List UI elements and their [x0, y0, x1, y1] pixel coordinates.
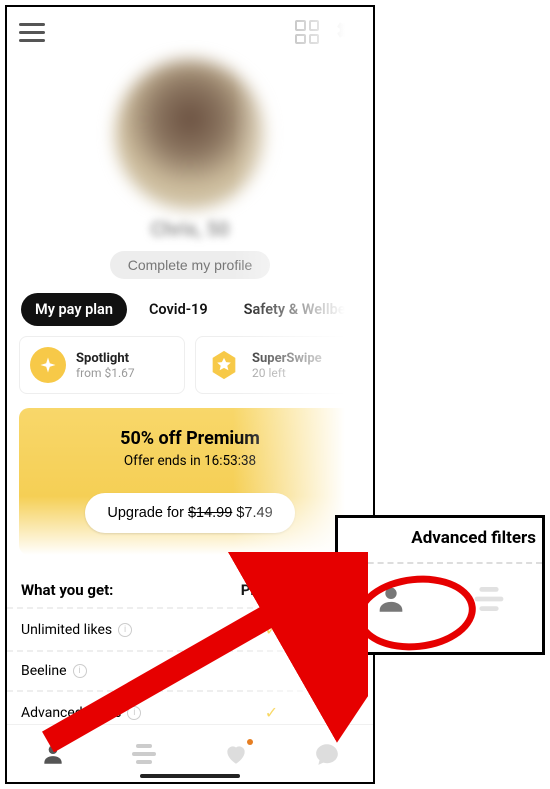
spotlight-sub: from $1.67	[76, 366, 135, 380]
superswipe-card[interactable]: SuperSwipe 20 left	[195, 336, 361, 394]
tab-my-pay-plan[interactable]: My pay plan	[21, 293, 127, 326]
promo-row: Spotlight from $1.67 SuperSwipe 20 left	[7, 336, 373, 394]
profile-section: Chris, 50 Complete my profile	[7, 59, 373, 279]
bottom-nav	[7, 724, 373, 782]
feature-label: Beeline	[21, 663, 67, 679]
next-banner-peek	[361, 408, 371, 496]
nav-chat-icon[interactable]	[312, 739, 342, 769]
info-icon[interactable]: i	[127, 706, 141, 720]
nav-heart-icon[interactable]	[221, 739, 251, 769]
feature-row-beeline: Beeline i	[7, 650, 373, 690]
callout-inset: Advanced filters	[335, 515, 545, 655]
spotlight-card[interactable]: Spotlight from $1.67	[19, 336, 185, 394]
superswipe-icon	[206, 347, 242, 383]
nav-stack-icon[interactable]	[129, 739, 159, 769]
upgrade-button[interactable]: Upgrade for $14.99 $7.49	[85, 493, 294, 533]
feature-label: Unlimited likes	[21, 622, 112, 638]
feature-label: Advanced filters	[21, 705, 121, 721]
upgrade-prefix: Upgrade for	[107, 505, 188, 521]
superswipe-title: SuperSwipe	[252, 351, 322, 366]
premium-countdown: Offer ends in 16:53:38	[37, 453, 343, 469]
new-price: $7.49	[236, 505, 272, 521]
avatar[interactable]	[115, 59, 265, 209]
spotlight-icon	[30, 347, 66, 383]
callout-title: Advanced filters	[338, 518, 542, 558]
notification-dot	[247, 739, 253, 745]
compare-header: What you get: Premium Bo	[7, 555, 373, 607]
complete-profile-button[interactable]: Complete my profile	[110, 251, 271, 279]
compare-col-premium: Premium	[234, 581, 309, 599]
info-icon[interactable]: i	[73, 664, 87, 678]
top-right-actions	[295, 17, 361, 47]
settings-icon[interactable]	[335, 17, 361, 47]
profile-name: Chris, 50	[151, 217, 230, 241]
feature-row-unlimited-likes: Unlimited likes i ✓	[7, 607, 373, 650]
qr-icon[interactable]	[295, 20, 319, 44]
premium-check: ✓	[234, 620, 309, 639]
home-indicator	[140, 774, 240, 778]
premium-banner[interactable]: 50% off Premium Offer ends in 16:53:38 U…	[19, 408, 361, 555]
top-bar	[7, 7, 373, 57]
tab-covid-19[interactable]: Covid-19	[135, 293, 222, 326]
menu-icon[interactable]	[19, 23, 45, 42]
nav-profile-icon[interactable]	[38, 739, 68, 769]
tab-bar: My pay plan Covid-19 Safety & Wellbeing	[7, 279, 373, 336]
compare-what-label: What you get:	[21, 581, 234, 599]
app-screen: Chris, 50 Complete my profile My pay pla…	[5, 5, 375, 784]
premium-title: 50% off Premium	[37, 428, 343, 449]
callout-stack-icon[interactable]	[472, 587, 506, 615]
premium-check: ✓	[234, 703, 309, 722]
superswipe-sub: 20 left	[252, 366, 322, 380]
info-icon[interactable]: i	[118, 623, 132, 637]
spotlight-title: Spotlight	[76, 351, 135, 366]
old-price: $14.99	[188, 505, 232, 521]
tab-safety-wellbeing[interactable]: Safety & Wellbeing	[230, 293, 375, 326]
